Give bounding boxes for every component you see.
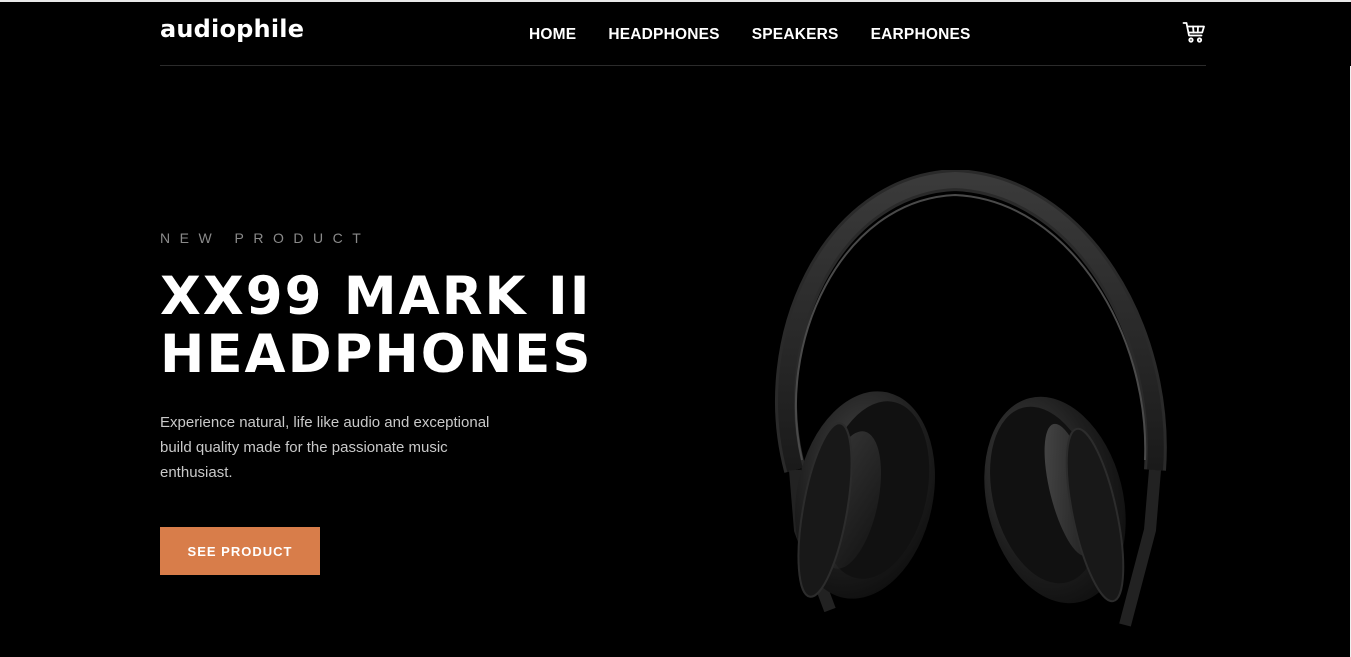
- nav-speakers[interactable]: SPEAKERS: [752, 26, 839, 44]
- main-nav: HOME HEADPHONES SPEAKERS EARPHONES: [529, 26, 971, 44]
- see-product-button[interactable]: SEE PRODUCT: [160, 527, 320, 575]
- site-header: audiophile HOME HEADPHONES SPEAKERS EARP…: [160, 2, 1206, 66]
- nav-earphones[interactable]: EARPHONES: [871, 26, 971, 44]
- hero-title: XX99 MARK II HEADPHONES: [160, 268, 600, 384]
- nav-home[interactable]: HOME: [529, 26, 576, 44]
- hero-copy: NEW PRODUCT XX99 MARK II HEADPHONES Expe…: [160, 230, 600, 485]
- hero-title-line-1: XX99 MARK II: [160, 266, 592, 327]
- hero-title-line-2: HEADPHONES: [160, 324, 593, 385]
- cart-icon[interactable]: [1182, 20, 1206, 44]
- nav-headphones[interactable]: HEADPHONES: [608, 26, 719, 44]
- hero-overline: NEW PRODUCT: [160, 230, 371, 246]
- brand-logo[interactable]: audiophile: [160, 15, 304, 43]
- headphones-image: [740, 168, 1180, 645]
- hero-description: Experience natural, life like audio and …: [160, 414, 490, 481]
